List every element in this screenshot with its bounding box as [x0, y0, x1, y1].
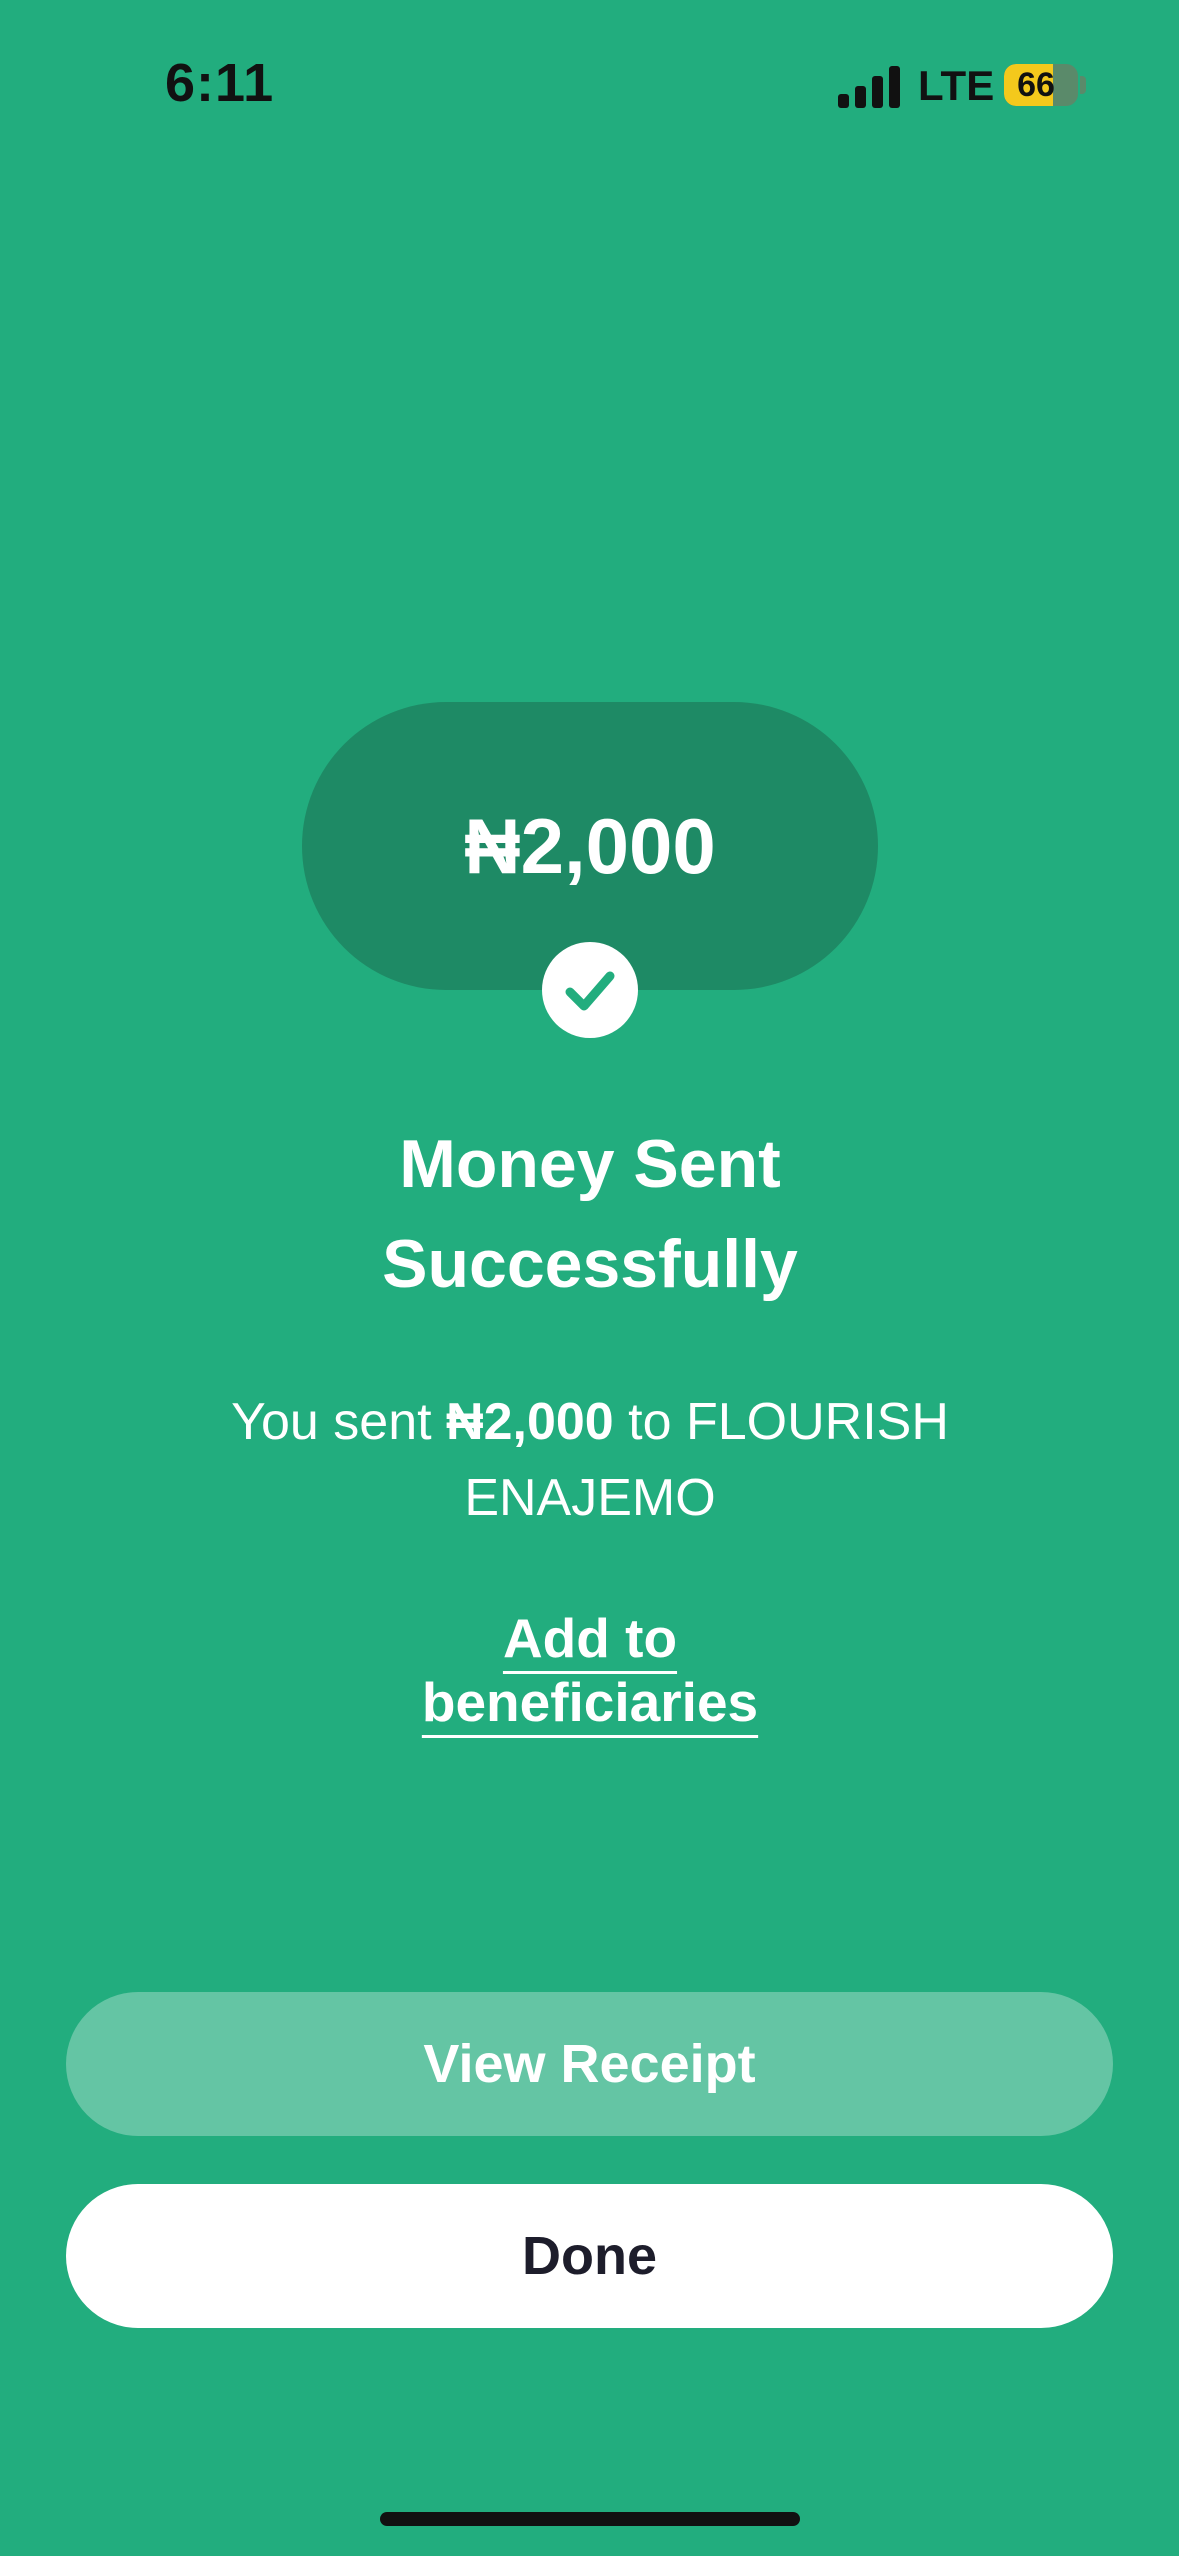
battery-level: 66 — [1017, 66, 1055, 104]
add-to-beneficiaries-link[interactable]: Add to beneficiaries — [330, 1606, 850, 1734]
status-bar: 6:11 LTE 66 — [0, 0, 1179, 170]
success-title-line1: Money Sent — [399, 1126, 781, 1202]
success-title-line2: Successfully — [382, 1226, 798, 1302]
check-icon — [542, 942, 638, 1038]
check-mark — [565, 971, 615, 1011]
battery-icon: 66 — [1004, 64, 1078, 106]
success-title: Money Sent Successfully — [190, 1114, 990, 1314]
done-button[interactable]: Done — [66, 2184, 1113, 2328]
view-receipt-button[interactable]: View Receipt — [66, 1992, 1113, 2136]
success-message: You sent ₦2,000 to FLOURISH ENAJEMO — [150, 1384, 1030, 1536]
status-time: 6:11 — [165, 53, 275, 113]
battery-nub — [1080, 76, 1086, 94]
home-indicator[interactable] — [380, 2512, 800, 2526]
network-label: LTE — [918, 62, 995, 109]
message-amount: ₦2,000 — [446, 1393, 614, 1451]
signal-icon — [838, 66, 900, 108]
message-prefix: You sent — [231, 1393, 447, 1451]
